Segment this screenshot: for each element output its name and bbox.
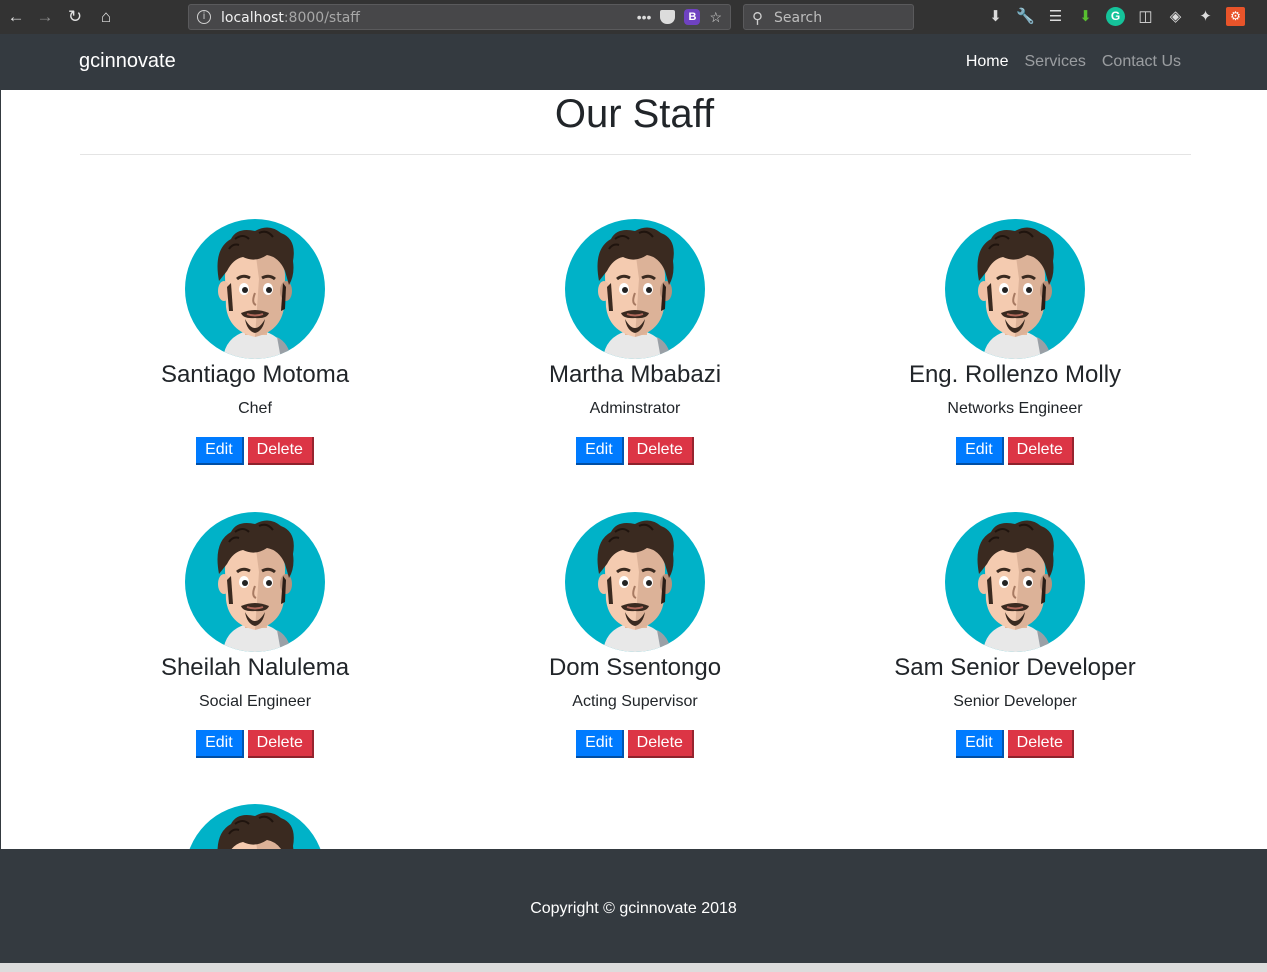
delete-button[interactable]: Delete: [247, 730, 314, 758]
staff-role: Chef: [238, 400, 272, 417]
bookmark-star-icon[interactable]: ☆: [709, 9, 722, 25]
avatar-cartoon-man-icon: [597, 520, 674, 652]
settings-extension-icon[interactable]: ⚙: [1226, 7, 1245, 26]
page-title: Our Staff: [554, 92, 715, 136]
staff-actions: Edit Delete: [65, 437, 445, 465]
staff-actions: Edit Delete: [445, 730, 825, 758]
staff-avatar: [945, 512, 1085, 652]
staff-name: Dom Ssentongo: [548, 654, 722, 681]
sidebar-icon[interactable]: ◫: [1136, 7, 1155, 26]
footer-copyright: Copyright © gcinnovate 2018: [530, 900, 737, 917]
staff-actions: Edit Delete: [445, 437, 825, 465]
avatar-cartoon-man-icon: [977, 520, 1054, 652]
avatar-cartoon-man-icon: [217, 227, 294, 359]
staff-card: Eng. Rollenzo Molly Networks Engineer Edit…: [825, 219, 1205, 465]
home-icon[interactable]: ⌂: [97, 8, 115, 26]
browser-toolbar: ← → ↻ ⌂ i localhost:8000/staff ••• B ☆ ⚲…: [0, 0, 1267, 34]
delete-button[interactable]: Delete: [627, 730, 694, 758]
search-bar[interactable]: ⚲ Search: [743, 4, 914, 30]
pocket-icon[interactable]: [660, 10, 676, 24]
download-icon[interactable]: ⬇: [986, 7, 1005, 26]
staff-name: Sheilah Nalulema: [160, 654, 350, 681]
extension-icon[interactable]: ◈: [1166, 7, 1185, 26]
staff-name: Sam Senior Developer: [894, 654, 1136, 681]
avatar-cartoon-man-icon: [217, 520, 294, 652]
bootstrap-extension-icon[interactable]: B: [684, 9, 701, 25]
staff-avatar: [565, 512, 705, 652]
delete-button[interactable]: Delete: [627, 437, 694, 465]
staff-name: Santiago Motoma: [160, 361, 350, 388]
staff-avatar: [945, 219, 1085, 359]
staff-role: Senior Developer: [953, 693, 1077, 710]
back-icon[interactable]: ←: [7, 8, 25, 26]
search-placeholder: Search: [774, 10, 823, 26]
nav-link-home[interactable]: Home: [966, 53, 1009, 71]
grammarly-icon[interactable]: G: [1106, 7, 1125, 26]
staff-actions: Edit Delete: [65, 730, 445, 758]
edit-button[interactable]: Edit: [576, 730, 624, 758]
staff-card: Santiago Motoma Chef Edit Delete: [65, 219, 445, 465]
avatar-cartoon-man-icon: [597, 227, 674, 359]
staff-card: Sheilah Nalulema Social Engineer Edit Delet…: [65, 512, 445, 758]
pinwheel-extension-icon[interactable]: ✦: [1196, 7, 1215, 26]
staff-card: Martha Mbabazi Adminstrator Edit Delete: [445, 219, 825, 465]
reload-icon[interactable]: ↻: [66, 8, 84, 26]
main-content: Our Staff Santiago Motoma Chef Edit Dele…: [0, 90, 1267, 849]
staff-actions: Edit Delete: [825, 730, 1205, 758]
site-footer: Copyright © gcinnovate 2018: [0, 849, 1267, 963]
edit-button[interactable]: Edit: [196, 730, 244, 758]
search-icon: ⚲: [752, 10, 763, 27]
browser-bottom-edge: [0, 963, 1267, 972]
staff-avatar: [185, 512, 325, 652]
edit-button[interactable]: Edit: [956, 437, 1004, 465]
staff-card: Dom Ssentongo Acting Supervisor Edit Delete: [445, 512, 825, 758]
staff-role: Networks Engineer: [947, 400, 1083, 417]
edit-button[interactable]: Edit: [576, 437, 624, 465]
edit-button[interactable]: Edit: [196, 437, 244, 465]
address-url[interactable]: localhost:8000/staff: [221, 10, 360, 26]
staff-card-partial: [65, 804, 445, 849]
nav-link-services[interactable]: Services: [1025, 53, 1086, 71]
site-navbar: gcinnovate Home Services Contact Us: [0, 34, 1267, 90]
staff-card: Sam Senior Developer Senior Developer Edit…: [825, 512, 1205, 758]
staff-actions: Edit Delete: [825, 437, 1205, 465]
nav-link-contact-us[interactable]: Contact Us: [1102, 53, 1181, 71]
nav-links: Home Services Contact Us: [966, 53, 1181, 71]
delete-button[interactable]: Delete: [1007, 730, 1074, 758]
site-info-icon[interactable]: i: [197, 10, 211, 24]
library-icon[interactable]: ☰: [1046, 7, 1065, 26]
delete-button[interactable]: Delete: [247, 437, 314, 465]
avatar-cartoon-man-icon: [217, 812, 294, 849]
wrench-icon[interactable]: 🔧: [1016, 7, 1035, 26]
staff-role: Acting Supervisor: [572, 693, 698, 710]
download-helper-icon[interactable]: ⬇: [1076, 7, 1095, 26]
staff-avatar: [565, 219, 705, 359]
staff-name: Martha Mbabazi: [548, 361, 722, 388]
navbar-brand[interactable]: gcinnovate: [79, 50, 176, 73]
staff-role: Social Engineer: [198, 693, 312, 710]
staff-name: Eng. Rollenzo Molly: [908, 361, 1122, 388]
page-actions-icon[interactable]: •••: [637, 9, 652, 25]
staff-role: Adminstrator: [589, 400, 681, 417]
edit-button[interactable]: Edit: [956, 730, 1004, 758]
staff-avatar: [185, 804, 325, 849]
address-bar[interactable]: i localhost:8000/staff ••• B ☆: [188, 4, 731, 30]
title-divider: [80, 154, 1191, 155]
avatar-cartoon-man-icon: [977, 227, 1054, 359]
delete-button[interactable]: Delete: [1007, 437, 1074, 465]
forward-icon[interactable]: →: [36, 8, 54, 26]
staff-avatar: [185, 219, 325, 359]
